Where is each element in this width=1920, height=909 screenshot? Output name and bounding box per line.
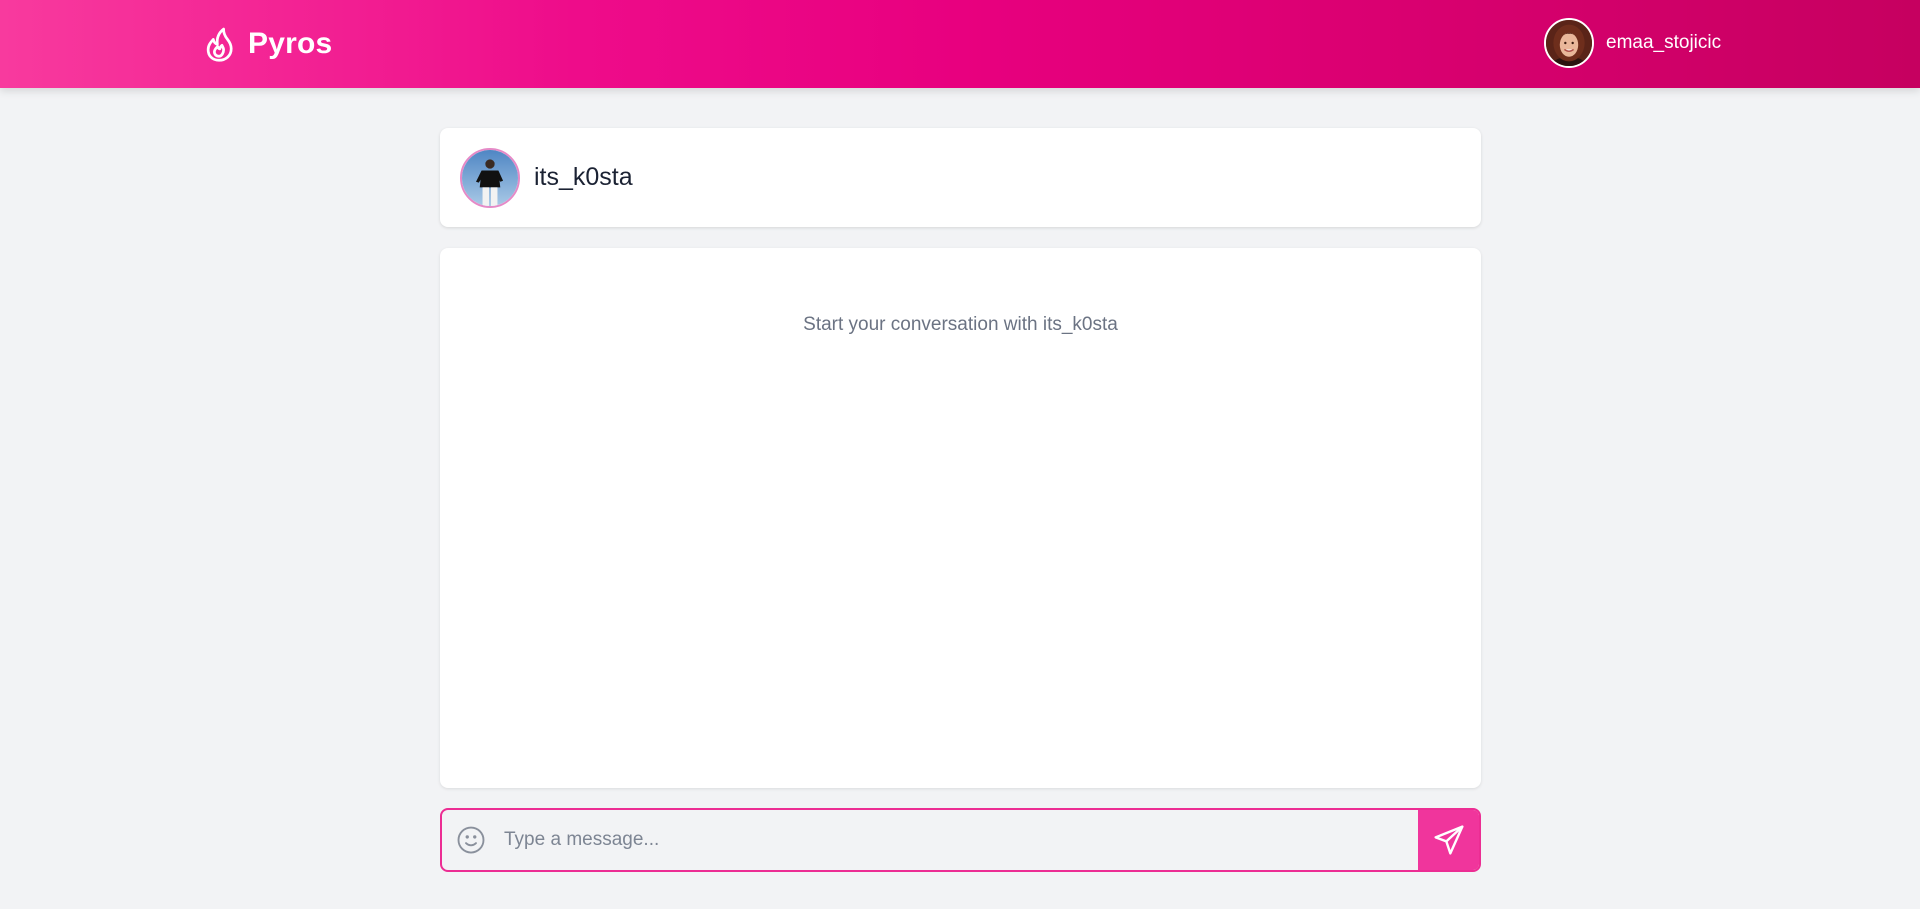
current-username: emaa_stojicic: [1606, 32, 1722, 53]
smiley-icon: [457, 826, 485, 854]
user-profile-menu[interactable]: emaa_stojicic: [1544, 17, 1721, 69]
top-navigation-bar: Pyros emaa_stojicic: [0, 0, 1920, 88]
brand-name: Pyros: [248, 27, 333, 60]
emoji-picker-button[interactable]: [442, 810, 500, 870]
send-button[interactable]: [1418, 810, 1479, 870]
message-input[interactable]: [500, 810, 1418, 870]
message-composer: [440, 808, 1481, 872]
conversation-header: its_k0sta: [440, 128, 1481, 227]
user-avatar[interactable]: [1544, 18, 1594, 68]
message-list[interactable]: Start your conversation with its_k0sta: [440, 248, 1481, 788]
flame-icon: [206, 27, 233, 62]
send-icon: [1433, 825, 1464, 855]
contact-username[interactable]: its_k0sta: [534, 163, 633, 192]
empty-conversation-message: Start your conversation with its_k0sta: [803, 314, 1118, 335]
contact-avatar[interactable]: [460, 147, 520, 208]
brand-logo-link[interactable]: Pyros: [202, 24, 332, 64]
